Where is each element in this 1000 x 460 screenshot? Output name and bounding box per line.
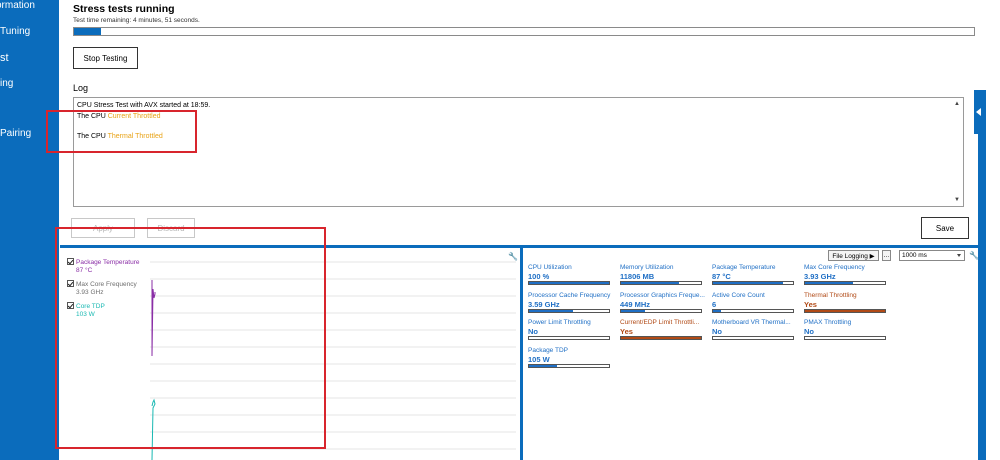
metric-tile: Memory Utilization 11806 MB: [620, 264, 702, 288]
chevron-down-icon: [957, 254, 961, 257]
metric-tile: Current/EDP Limit Throttli... Yes: [620, 319, 702, 343]
sidebar-item-test[interactable]: st: [0, 52, 9, 64]
metric-tile: PMAX Throttling No: [804, 319, 886, 343]
metric-bar-fill: [529, 282, 609, 284]
metric-bar: [712, 281, 794, 285]
metric-bar: [804, 281, 886, 285]
metric-tile: CPU Utilization 100 %: [528, 264, 610, 288]
metric-label: Processor Graphics Freque...: [620, 291, 705, 299]
stress-progress-bar: [73, 27, 975, 36]
metric-label: Thermal Throttling: [804, 291, 857, 299]
log-textbox[interactable]: CPU Stress Test with AVX started at 18:5…: [73, 97, 964, 207]
file-logging-options-button[interactable]: ...: [882, 250, 891, 261]
metric-bar-fill: [621, 282, 679, 284]
metric-value: Yes: [804, 299, 817, 309]
metric-bar-fill: [529, 364, 557, 367]
metric-label: PMAX Throttling: [804, 319, 852, 326]
app-window: ormation Tuning st ing Pairing Stress te…: [0, 0, 1000, 460]
chevron-left-icon[interactable]: [976, 108, 981, 116]
log-line: CPU Stress Test with AVX started at 18:5…: [77, 102, 210, 109]
sidebar: ormation Tuning st ing Pairing: [0, 0, 59, 460]
metric-label: Power Limit Throttling: [528, 319, 591, 326]
sampling-interval-select[interactable]: 1000 ms: [899, 250, 965, 261]
metric-value: 11806 MB: [620, 272, 655, 281]
metric-bar: [528, 281, 610, 285]
metric-value: 3.93 GHz: [804, 272, 836, 281]
metric-tile: Processor Graphics Freque... 449 MHz: [620, 292, 705, 316]
metric-value: 105 W: [528, 354, 550, 364]
metric-value: 87 °C: [712, 272, 731, 281]
log-line-text: CPU Stress Test with AVX started at 18:5…: [77, 102, 211, 109]
metric-bar-fill: [621, 309, 645, 312]
metric-label: Motherboard VR Thermal...: [712, 319, 791, 326]
metric-value: No: [712, 327, 722, 336]
metric-bar: [528, 363, 610, 368]
metric-bar-fill: [805, 309, 885, 312]
metric-label: Memory Utilization: [620, 264, 674, 271]
wrench-icon[interactable]: 🔧: [508, 252, 518, 261]
metric-value: Yes: [620, 327, 633, 336]
annotation-highlight-box: [55, 227, 326, 449]
metric-bar-fill: [621, 337, 701, 339]
file-logging-button[interactable]: File Logging ▶: [828, 250, 879, 261]
stop-testing-button[interactable]: Stop Testing: [73, 47, 138, 69]
metric-bar-fill: [805, 282, 853, 284]
metric-tile: Max Core Frequency 3.93 GHz: [804, 264, 886, 288]
metric-bar-fill: [713, 282, 783, 284]
sidebar-item-pairing[interactable]: Pairing: [0, 128, 31, 139]
log-label: Log: [73, 83, 89, 93]
scroll-up-arrow-icon[interactable]: ▲: [954, 101, 960, 107]
metric-bar: [528, 336, 610, 340]
metric-label: Package TDP: [528, 346, 568, 354]
metric-value: 449 MHz: [620, 299, 651, 309]
metric-bar: [804, 336, 886, 340]
wrench-icon[interactable]: 🔧: [969, 251, 979, 260]
metric-value: 100 %: [528, 272, 550, 281]
metric-tile: Active Core Count 6: [712, 292, 794, 316]
metric-tile: Power Limit Throttling No: [528, 319, 610, 343]
metric-tile: Package Temperature 87 °C: [712, 264, 794, 288]
metric-bar: [712, 336, 794, 340]
metric-tile: Thermal Throttling Yes: [804, 292, 886, 316]
stress-progress-fill: [74, 28, 101, 35]
time-remaining-text: Test time remaining: 4 minutes, 51 secon…: [73, 17, 200, 24]
metric-label: Current/EDP Limit Throttli...: [620, 319, 700, 326]
sidebar-item-label: Tuning: [0, 26, 31, 37]
monitor-metrics-panel: File Logging ▶ ... 1000 ms 🔧 CPU Utiliza…: [523, 248, 979, 460]
metric-value: No: [528, 327, 538, 336]
sidebar-item-label: ormation: [0, 0, 35, 11]
right-panel-bar: [978, 90, 986, 460]
metric-label: Processor Cache Frequency: [528, 291, 611, 299]
sidebar-item-label: Pairing: [0, 128, 32, 139]
sampling-interval-value: 1000 ms: [902, 252, 927, 259]
save-button[interactable]: Save: [921, 217, 969, 239]
metric-label: Max Core Frequency: [804, 264, 865, 271]
metric-bar: [620, 281, 702, 285]
metric-bar: [620, 308, 702, 313]
annotation-highlight-box: [46, 110, 197, 153]
metric-label: CPU Utilization: [528, 264, 572, 271]
sidebar-item-label: st: [0, 52, 9, 64]
metric-tile: Package TDP 105 W: [528, 347, 610, 371]
stress-test-title: Stress tests running: [73, 3, 175, 15]
metric-bar: [528, 308, 610, 313]
metric-bar: [712, 308, 794, 313]
metric-value: No: [804, 327, 814, 336]
scroll-down-arrow-icon[interactable]: ▼: [954, 197, 960, 203]
sidebar-item-benchmarking[interactable]: ing: [0, 78, 13, 89]
metric-bar: [620, 336, 702, 340]
metric-value: 3.59 GHz: [528, 299, 560, 309]
sidebar-item-information[interactable]: ormation: [0, 0, 35, 11]
metric-tile: Motherboard VR Thermal... No: [712, 319, 794, 343]
metric-bar: [804, 308, 886, 313]
metric-label: Active Core Count: [712, 291, 765, 299]
metric-tile: Processor Cache Frequency 3.59 GHz: [528, 292, 610, 316]
metric-bar-fill: [713, 309, 721, 312]
metric-label: Package Temperature: [712, 264, 776, 271]
sidebar-item-label: ing: [0, 78, 14, 89]
metric-bar-fill: [529, 309, 573, 312]
metric-value: 6: [712, 299, 717, 309]
sidebar-item-tuning[interactable]: Tuning: [0, 26, 30, 37]
